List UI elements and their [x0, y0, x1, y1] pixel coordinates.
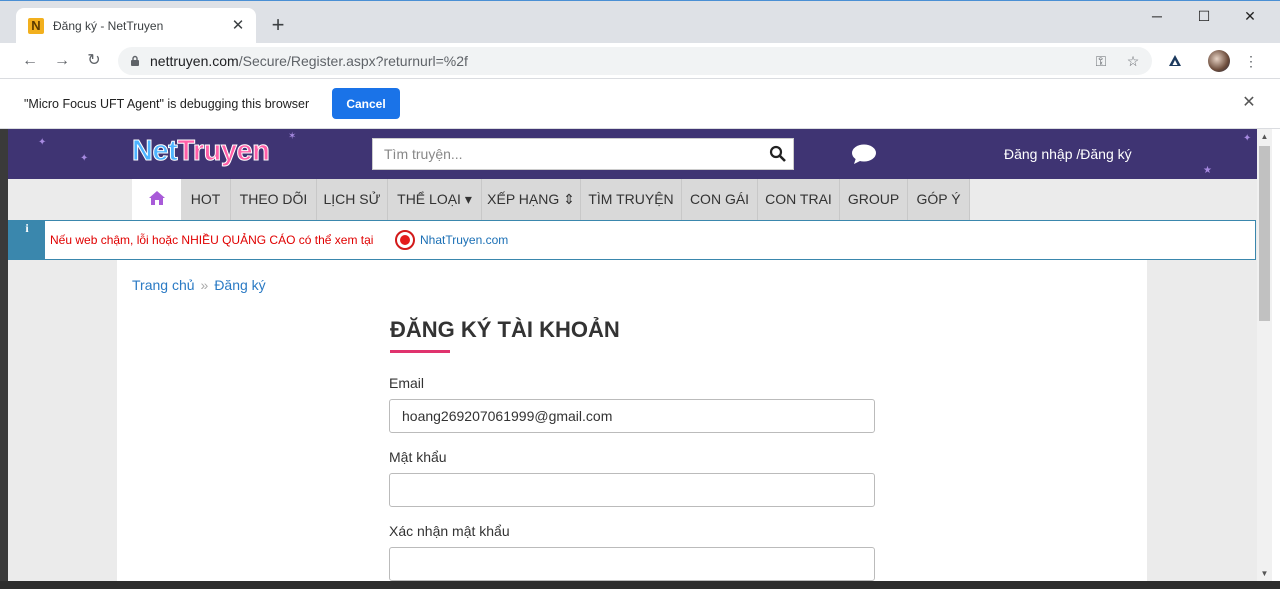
scroll-up-icon[interactable]: ▲ — [1257, 129, 1272, 144]
site-logo[interactable]: NetTruyen — [131, 135, 271, 168]
infobar-message: "Micro Focus UFT Agent" is debugging thi… — [24, 97, 310, 111]
logo-part-truyen: Truyen — [177, 135, 271, 168]
record-dot-icon — [395, 230, 415, 250]
breadcrumb-home[interactable]: Trang chủ — [132, 277, 195, 293]
web-page: ✦ ✦ ✶ ★ ✦ NetTruyen Đăng nhập /Đăng ký H… — [8, 129, 1257, 589]
nav-group[interactable]: GROUP — [840, 179, 908, 220]
desktop-background — [0, 581, 1280, 589]
nav-the-loai[interactable]: THỂ LOẠI ▾ — [388, 179, 482, 220]
breadcrumb-separator: » — [200, 277, 209, 293]
chat-bubble-icon[interactable] — [851, 143, 877, 165]
new-tab-icon[interactable]: + — [266, 14, 290, 38]
nav-tim-truyen[interactable]: TÌM TRUYỆN — [581, 179, 682, 220]
lock-icon — [131, 55, 139, 66]
close-window-icon[interactable]: ✕ — [1227, 5, 1273, 29]
main-nav: HOT THEO DÕI LỊCH SỬ THỂ LOẠI ▾ XẾP HẠNG… — [132, 179, 970, 220]
notice-banner: i Nếu web chậm, lỗi hoặc NHIỀU QUẢNG CÁO… — [8, 220, 1256, 260]
breadcrumb: Trang chủ » Đăng ký — [132, 277, 266, 293]
tab-title: Đăng ký - NetTruyen — [53, 19, 164, 33]
sparkle-icon: ✦ — [80, 153, 89, 164]
title-underline — [390, 350, 450, 353]
nav-con-gai[interactable]: CON GÁI — [682, 179, 758, 220]
confirm-password-field[interactable] — [389, 547, 875, 581]
debug-infobar: "Micro Focus UFT Agent" is debugging thi… — [0, 79, 1280, 129]
sparkle-icon: ✦ — [38, 137, 47, 148]
notice-link[interactable]: NhatTruyen.com — [420, 233, 508, 247]
search-input[interactable] — [373, 139, 763, 169]
main-content: Trang chủ » Đăng ký ĐĂNG KÝ TÀI KHOẢN Emai… — [117, 260, 1147, 589]
maximize-icon[interactable]: ☐ — [1181, 5, 1227, 29]
breadcrumb-current[interactable]: Đăng ký — [214, 277, 265, 293]
url-host: nettruyen.com — [150, 53, 239, 69]
tab-close-icon[interactable]: ✕ — [228, 16, 248, 36]
password-field[interactable] — [389, 473, 875, 507]
bookmark-star-icon[interactable]: ☆ — [1124, 52, 1142, 70]
search-icon[interactable] — [769, 145, 787, 163]
site-header: ✦ ✦ ✶ ★ ✦ NetTruyen Đăng nhập /Đăng ký — [8, 129, 1257, 179]
key-icon[interactable]: ⚿ — [1092, 52, 1110, 70]
browser-tab[interactable]: N Đăng ký - NetTruyen ✕ — [16, 8, 256, 44]
logo-part-net: Net — [131, 135, 178, 168]
login-register-link[interactable]: Đăng nhập /Đăng ký — [1004, 146, 1132, 162]
url-path: /Secure/Register.aspx?returnurl=%2f — [238, 53, 468, 69]
minimize-icon[interactable]: ─ — [1134, 5, 1180, 29]
search-box — [372, 138, 794, 170]
nav-theo-doi[interactable]: THEO DÕI — [231, 179, 317, 220]
browser-tabstrip: N Đăng ký - NetTruyen ✕ + ─ ☐ ✕ — [0, 0, 1280, 44]
confirm-password-label: Xác nhận mật khẩu — [389, 523, 510, 539]
reload-icon[interactable]: ↻ — [82, 49, 106, 73]
nav-xep-hang[interactable]: XẾP HẠNG ⇕ — [482, 179, 581, 220]
home-icon — [148, 191, 165, 205]
infobar-close-icon[interactable]: ✕ — [1240, 94, 1258, 112]
cancel-button[interactable]: Cancel — [332, 88, 400, 119]
extension-icon[interactable] — [1164, 50, 1186, 72]
nav-lich-su[interactable]: LỊCH SỬ — [317, 179, 388, 220]
nav-hot[interactable]: HOT — [181, 179, 231, 220]
window-edge — [1272, 129, 1280, 589]
email-label: Email — [389, 375, 425, 391]
forward-icon[interactable]: → — [50, 49, 74, 73]
sparkle-icon: ✶ — [288, 131, 297, 142]
form-title: ĐĂNG KÝ TÀI KHOẢN — [390, 317, 620, 342]
info-icon: i — [9, 221, 45, 259]
profile-avatar[interactable] — [1208, 50, 1230, 72]
nav-gop-y[interactable]: GÓP Ý — [908, 179, 970, 220]
nettruyen-favicon-icon: N — [28, 18, 44, 34]
scroll-down-icon[interactable]: ▼ — [1257, 566, 1272, 581]
menu-kebab-icon[interactable]: ⋮ — [1240, 50, 1262, 72]
password-label: Mật khẩu — [389, 449, 447, 465]
notice-text: Nếu web chậm, lỗi hoặc NHIỀU QUẢNG CÁO c… — [50, 233, 374, 247]
browser-toolbar: ← → ↻ nettruyen.com/Secure/Register.aspx… — [0, 43, 1280, 79]
nav-home[interactable] — [132, 179, 181, 220]
scroll-thumb[interactable] — [1259, 146, 1270, 321]
page-scrollbar[interactable]: ▲ ▼ — [1257, 129, 1272, 581]
url-text: nettruyen.com/Secure/Register.aspx?retur… — [150, 53, 468, 69]
sparkle-icon: ✦ — [1243, 133, 1252, 144]
sparkle-icon: ★ — [1203, 165, 1212, 176]
address-bar[interactable]: nettruyen.com/Secure/Register.aspx?retur… — [118, 47, 1152, 75]
back-icon[interactable]: ← — [18, 49, 42, 73]
email-field[interactable] — [389, 399, 875, 433]
nav-con-trai[interactable]: CON TRAI — [758, 179, 840, 220]
